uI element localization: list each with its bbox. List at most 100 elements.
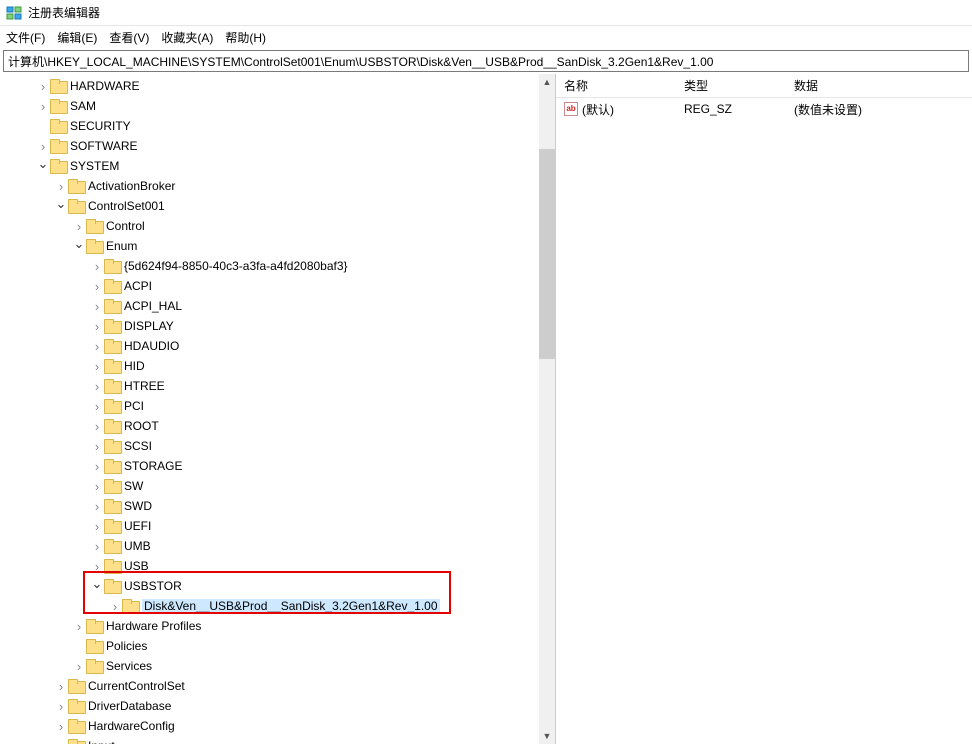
chevron-right-icon[interactable]: › xyxy=(90,299,104,314)
chevron-right-icon[interactable]: › xyxy=(54,679,68,694)
tree-node[interactable]: ›PCI xyxy=(0,396,555,416)
menu-help[interactable]: 帮助(H) xyxy=(225,29,266,46)
chevron-right-icon[interactable]: › xyxy=(36,79,50,94)
chevron-right-icon[interactable]: › xyxy=(36,99,50,114)
tree-node[interactable]: SECURITY xyxy=(0,116,555,136)
value-name-cell: ab(默认) xyxy=(556,101,676,118)
chevron-right-icon[interactable]: › xyxy=(90,359,104,374)
tree-node[interactable]: ›SW xyxy=(0,476,555,496)
tree-node-label: ActivationBroker xyxy=(88,179,175,193)
chevron-right-icon[interactable]: › xyxy=(90,459,104,474)
tree-node[interactable]: › Services xyxy=(0,656,555,676)
folder-icon xyxy=(104,299,120,313)
tree-node[interactable]: › ActivationBroker xyxy=(0,176,555,196)
tree-node[interactable]: ›ROOT xyxy=(0,416,555,436)
chevron-right-icon[interactable]: › xyxy=(90,379,104,394)
tree-node[interactable]: ›STORAGE xyxy=(0,456,555,476)
tree-node[interactable]: Policies xyxy=(0,636,555,656)
chevron-right-icon[interactable]: › xyxy=(90,399,104,414)
menu-view[interactable]: 查看(V) xyxy=(109,29,149,46)
tree-node[interactable]: ›SAM xyxy=(0,96,555,116)
chevron-right-icon[interactable]: › xyxy=(54,739,68,744)
tree-node[interactable]: › HID xyxy=(0,356,555,376)
col-header-type[interactable]: 类型 xyxy=(676,77,786,94)
tree-node[interactable]: › {5d624f94-8850-40c3-a3fa-a4fd2080baf3} xyxy=(0,256,555,276)
pane-divider[interactable] xyxy=(556,74,560,744)
tree-node[interactable]: › Hardware Profiles xyxy=(0,616,555,636)
tree-node[interactable]: ›UEFI xyxy=(0,516,555,536)
chevron-right-icon[interactable]: › xyxy=(72,619,86,634)
tree-node[interactable]: ›Disk&Ven__USB&Prod__SanDisk_3.2Gen1&Rev… xyxy=(0,596,555,616)
tree-node[interactable]: ›SOFTWARE xyxy=(0,136,555,156)
chevron-right-icon[interactable]: › xyxy=(36,139,50,154)
tree-node[interactable]: ›ACPI xyxy=(0,276,555,296)
tree-node[interactable]: ›HTREE xyxy=(0,376,555,396)
tree-node[interactable]: ›Input xyxy=(0,736,555,744)
chevron-down-icon[interactable]: ⌄ xyxy=(36,156,50,172)
scroll-up-icon[interactable]: ▲ xyxy=(539,74,555,90)
col-header-name[interactable]: 名称 xyxy=(556,77,676,94)
values-panel: 名称 类型 数据 ab(默认)REG_SZ(数值未设置) xyxy=(556,74,972,744)
tree-node-label: ControlSet001 xyxy=(88,199,165,213)
chevron-right-icon[interactable]: › xyxy=(90,539,104,554)
chevron-right-icon[interactable]: › xyxy=(90,479,104,494)
tree-node[interactable]: › HDAUDIO xyxy=(0,336,555,356)
chevron-right-icon[interactable]: › xyxy=(108,599,122,614)
chevron-right-icon[interactable]: › xyxy=(90,519,104,534)
window-title: 注册表编辑器 xyxy=(28,4,100,21)
tree-node[interactable]: ›UMB xyxy=(0,536,555,556)
tree-node-label: {5d624f94-8850-40c3-a3fa-a4fd2080baf3} xyxy=(124,259,348,273)
chevron-right-icon[interactable]: › xyxy=(72,659,86,674)
chevron-right-icon[interactable]: › xyxy=(72,219,86,234)
scroll-thumb[interactable] xyxy=(539,149,555,359)
chevron-right-icon[interactable]: › xyxy=(54,699,68,714)
chevron-down-icon[interactable]: ⌄ xyxy=(90,576,104,592)
tree-node[interactable]: › DISPLAY xyxy=(0,316,555,336)
chevron-right-icon[interactable]: › xyxy=(54,719,68,734)
tree-node[interactable]: ›USB xyxy=(0,556,555,576)
tree-node[interactable]: ›Control xyxy=(0,216,555,236)
menubar: 文件(F) 编辑(E) 查看(V) 收藏夹(A) 帮助(H) xyxy=(0,26,972,48)
tree-node-label: DISPLAY xyxy=(124,319,174,333)
tree-node[interactable]: ⌄Enum xyxy=(0,236,555,256)
chevron-right-icon[interactable]: › xyxy=(90,419,104,434)
values-rows: ab(默认)REG_SZ(数值未设置) xyxy=(556,98,972,120)
tree-panel: ›HARDWARE›SAMSECURITY›SOFTWARE⌄SYSTEM › Ac… xyxy=(0,74,556,744)
chevron-right-icon[interactable]: › xyxy=(90,339,104,354)
scroll-down-icon[interactable]: ▼ xyxy=(539,728,555,744)
chevron-right-icon[interactable]: › xyxy=(90,499,104,514)
chevron-right-icon[interactable]: › xyxy=(90,279,104,294)
tree-node[interactable]: ›DriverDatabase xyxy=(0,696,555,716)
address-bar[interactable]: 计算机\HKEY_LOCAL_MACHINE\SYSTEM\ControlSet… xyxy=(3,50,969,72)
menu-favorites[interactable]: 收藏夹(A) xyxy=(161,29,213,46)
menu-edit[interactable]: 编辑(E) xyxy=(57,29,97,46)
chevron-down-icon[interactable]: ⌄ xyxy=(54,196,68,212)
tree-node[interactable]: ⌄ USBSTOR xyxy=(0,576,555,596)
tree-node[interactable]: ›HardwareConfig xyxy=(0,716,555,736)
tree-node-label: Services xyxy=(106,659,152,673)
menu-file[interactable]: 文件(F) xyxy=(6,29,45,46)
tree-node[interactable]: ›SCSI xyxy=(0,436,555,456)
tree-node-label: Policies xyxy=(106,639,147,653)
tree-node[interactable]: ›CurrentControlSet xyxy=(0,676,555,696)
tree-node-label: ACPI_HAL xyxy=(124,299,182,313)
tree-node-label: HID xyxy=(124,359,145,373)
tree-node-label: Hardware Profiles xyxy=(106,619,201,633)
col-header-data[interactable]: 数据 xyxy=(786,77,972,94)
chevron-right-icon[interactable]: › xyxy=(90,439,104,454)
chevron-right-icon[interactable]: › xyxy=(90,259,104,274)
chevron-down-icon[interactable]: ⌄ xyxy=(72,236,86,252)
tree-scrollbar[interactable]: ▲ ▼ xyxy=(539,74,555,744)
tree-node[interactable]: ›HARDWARE xyxy=(0,76,555,96)
tree-node-label: HDAUDIO xyxy=(124,339,179,353)
tree-node[interactable]: ⌄SYSTEM xyxy=(0,156,555,176)
tree-node-label: USBSTOR xyxy=(124,579,182,593)
chevron-right-icon[interactable]: › xyxy=(90,319,104,334)
tree-node[interactable]: ⌄ ControlSet001 xyxy=(0,196,555,216)
registry-tree[interactable]: ›HARDWARE›SAMSECURITY›SOFTWARE⌄SYSTEM › Ac… xyxy=(0,74,555,744)
tree-node[interactable]: ›SWD xyxy=(0,496,555,516)
value-row[interactable]: ab(默认)REG_SZ(数值未设置) xyxy=(556,98,972,120)
chevron-right-icon[interactable]: › xyxy=(54,179,68,194)
chevron-right-icon[interactable]: › xyxy=(90,559,104,574)
tree-node[interactable]: › ACPI_HAL xyxy=(0,296,555,316)
